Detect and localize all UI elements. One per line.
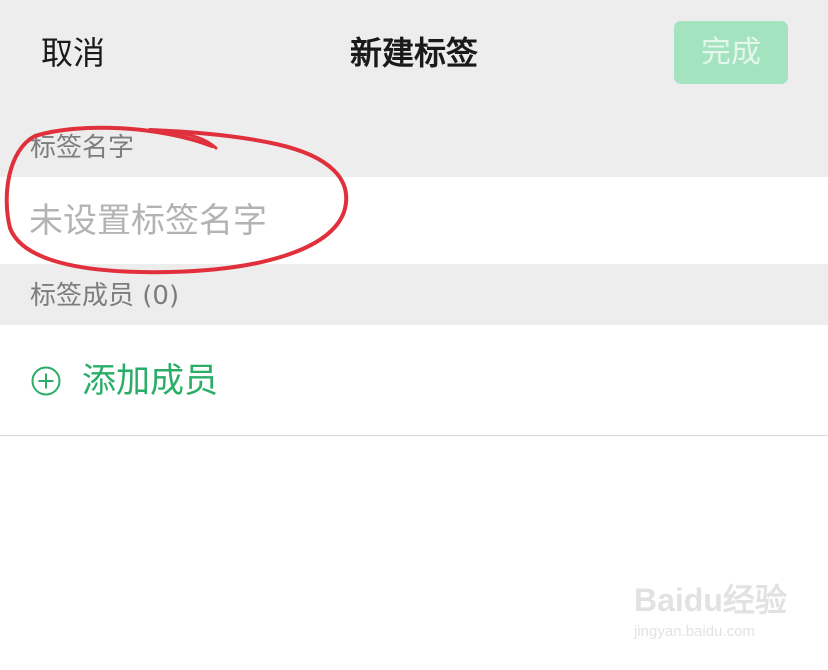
tag-name-field [0, 177, 828, 264]
done-button[interactable]: 完成 [674, 21, 788, 84]
watermark-brand: Baidu经验 [634, 582, 787, 618]
plus-circle-icon[interactable] [31, 366, 61, 396]
tag-name-input[interactable] [29, 177, 789, 264]
watermark-url: jingyan.baidu.com [634, 623, 755, 640]
add-member-button[interactable]: 添加成员 [82, 358, 218, 404]
tag-name-section-label: 标签名字 [30, 133, 135, 163]
members-section-label: 标签成员 (0) [30, 281, 180, 311]
baidu-watermark: Baidu经验 jingyan.baidu.com [634, 580, 794, 650]
